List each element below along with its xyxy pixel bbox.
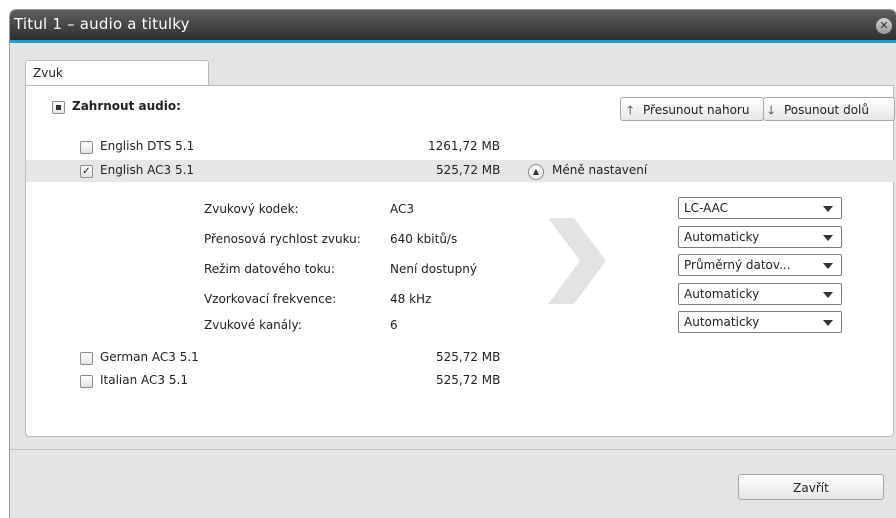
arrow-up-icon: 🡑 xyxy=(627,103,634,117)
track-checkbox-italian-ac3[interactable] xyxy=(80,375,93,388)
codec-select[interactable]: LC-AAC xyxy=(678,197,842,219)
chevron-down-icon xyxy=(823,235,833,241)
include-audio-checkbox[interactable] xyxy=(52,101,65,114)
detail-value-samplerate: 48 kHz xyxy=(390,292,432,306)
samplerate-select[interactable]: Automaticky xyxy=(678,283,842,305)
footer-divider xyxy=(10,449,896,450)
move-up-button[interactable]: 🡑 Přesunout nahoru xyxy=(620,97,764,121)
channels-select[interactable]: Automaticky xyxy=(678,311,842,333)
title-accent-line xyxy=(10,40,896,43)
bitrate-select[interactable]: Automaticky xyxy=(678,226,842,248)
bitrate-mode-select[interactable]: Průměrný datov... xyxy=(678,254,842,276)
chevron-down-icon xyxy=(823,206,833,212)
track-name: German AC3 5.1 xyxy=(100,350,199,364)
title-bar: Titul 1 – audio a titulky ✕ xyxy=(10,10,896,40)
codec-select-value: LC-AAC xyxy=(684,201,729,215)
chevron-up-circle-icon[interactable]: ▲ xyxy=(528,164,544,180)
track-name: English DTS 5.1 xyxy=(100,139,195,153)
track-size: 1261,72 MB xyxy=(428,139,501,153)
detail-value-bitrate-mode: Není dostupný xyxy=(390,262,477,276)
detail-label-bitrate-mode: Režim datového toku: xyxy=(204,262,335,276)
bitrate-select-value: Automaticky xyxy=(684,230,760,244)
detail-label-samplerate: Vzorkovací frekvence: xyxy=(204,292,337,306)
detail-label-bitrate: Přenosová rychlost zvuku: xyxy=(204,232,361,246)
arrow-down-icon: 🡓 xyxy=(768,103,775,117)
window-title: Titul 1 – audio a titulky xyxy=(14,15,190,33)
move-down-button[interactable]: 🡓 Posunout dolů xyxy=(763,97,895,121)
tab-zvuk[interactable]: Zvuk xyxy=(25,60,209,87)
move-up-label: Přesunout nahoru xyxy=(643,103,750,117)
track-checkbox-german-ac3[interactable] xyxy=(80,352,93,365)
track-size: 525,72 MB xyxy=(436,350,501,364)
less-settings-link[interactable]: Méně nastavení xyxy=(552,163,647,177)
detail-value-bitrate: 640 kbitů/s xyxy=(390,232,458,246)
track-name: English AC3 5.1 xyxy=(100,163,195,177)
tab-zvuk-label: Zvuk xyxy=(33,66,63,80)
include-audio-label: Zahrnout audio: xyxy=(72,99,181,113)
close-icon[interactable]: ✕ xyxy=(876,18,892,34)
bitrate-mode-select-value: Průměrný datov... xyxy=(684,258,791,272)
detail-value-channels: 6 xyxy=(390,318,398,332)
samplerate-select-value: Automaticky xyxy=(684,287,760,301)
track-size: 525,72 MB xyxy=(436,373,501,387)
track-name: Italian AC3 5.1 xyxy=(100,373,188,387)
track-checkbox-english-dts[interactable] xyxy=(80,141,93,154)
detail-label-channels: Zvukové kanály: xyxy=(204,318,302,332)
chevron-down-icon xyxy=(823,292,833,298)
chevron-right-icon xyxy=(548,218,606,304)
channels-select-value: Automaticky xyxy=(684,315,760,329)
detail-label-codec: Zvukový kodek: xyxy=(204,202,299,216)
chevron-down-icon xyxy=(823,263,833,269)
close-button-label: Zavřít xyxy=(793,481,829,495)
chevron-down-icon xyxy=(823,320,833,326)
track-size: 525,72 MB xyxy=(436,163,501,177)
close-button[interactable]: Zavřít xyxy=(738,474,884,500)
move-down-label: Posunout dolů xyxy=(784,103,869,117)
track-checkbox-english-ac3[interactable]: ✓ xyxy=(80,165,93,178)
detail-value-codec: AC3 xyxy=(390,202,415,216)
